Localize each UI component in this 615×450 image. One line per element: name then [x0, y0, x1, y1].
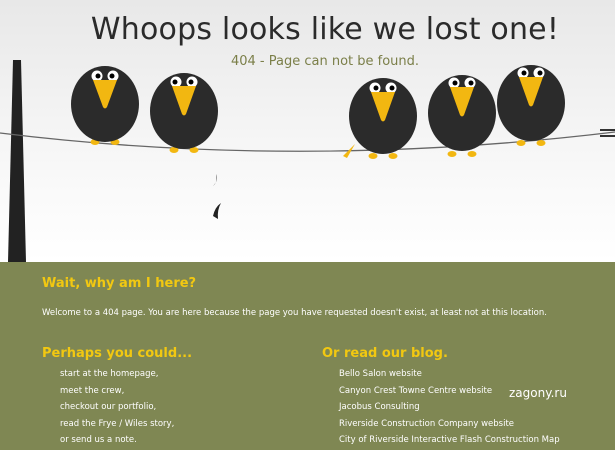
explanation-text: Welcome to a 404 page. You are here beca… — [42, 308, 547, 318]
falling-feather-icon — [213, 174, 221, 219]
blog-link[interactable]: City of Riverside Interactive Flash Cons… — [339, 432, 560, 449]
watermark-text: zagony.ru — [509, 386, 567, 400]
suggestion-link-crew[interactable]: meet the crew, — [60, 383, 174, 400]
suggestion-link-portfolio[interactable]: checkout our portfolio, — [60, 399, 174, 416]
crow-icon — [150, 73, 218, 153]
blog-link[interactable]: Riverside Construction Company website — [339, 416, 560, 433]
why-here-heading: Wait, why am I here? — [42, 276, 197, 291]
suggestion-link-story[interactable]: read the Frye / Wiles story, — [60, 416, 174, 433]
blog-heading: Or read our blog. — [322, 346, 448, 361]
crow-icon — [343, 78, 417, 159]
suggestion-link-note[interactable]: or send us a note. — [60, 432, 174, 449]
utility-pole-icon — [8, 60, 26, 262]
suggestions-heading: Perhaps you could... — [42, 346, 193, 361]
blog-link[interactable]: Jacobus Consulting — [339, 399, 560, 416]
blog-link[interactable]: Bello Salon website — [339, 366, 560, 383]
suggestions-list: start at the homepage, meet the crew, ch… — [60, 366, 174, 449]
info-panel: Wait, why am I here? Welcome to a 404 pa… — [0, 262, 615, 450]
error-subtitle: 404 - Page can not be found. — [230, 54, 420, 69]
crow-icon — [71, 66, 139, 145]
page-title: Whoops looks like we lost one! — [90, 12, 560, 47]
suggestion-link-homepage[interactable]: start at the homepage, — [60, 366, 174, 383]
hero-section: Whoops looks like we lost one! 404 - Pag… — [0, 0, 615, 262]
crow-icon — [497, 65, 565, 146]
blog-list: Bello Salon website Canyon Crest Towne C… — [339, 366, 560, 449]
error-404-page: Whoops looks like we lost one! 404 - Pag… — [0, 0, 615, 450]
